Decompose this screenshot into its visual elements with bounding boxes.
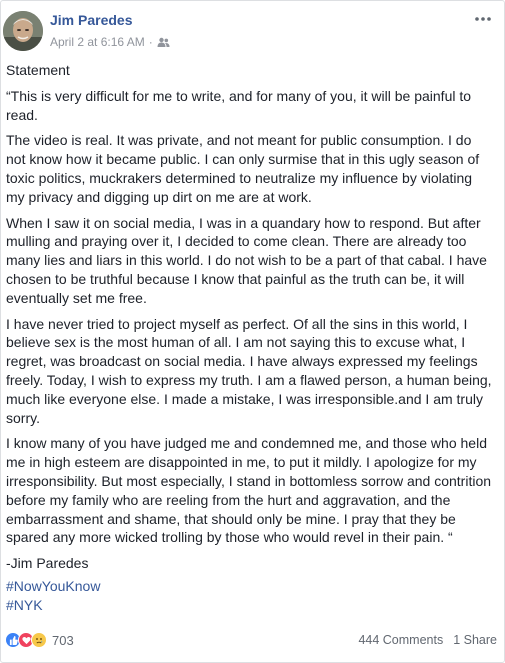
engagement-links: 444 Comments 1 Share bbox=[358, 633, 497, 647]
comments-link[interactable]: 444 Comments bbox=[358, 633, 443, 647]
post-signature: -Jim Paredes bbox=[6, 555, 89, 572]
post-paragraph: Statement bbox=[6, 62, 70, 78]
avatar[interactable] bbox=[3, 11, 43, 51]
shares-link[interactable]: 1 Share bbox=[453, 633, 497, 647]
post-card: Jim Paredes April 2 at 6:16 AM · Stateme bbox=[0, 0, 505, 663]
post-paragraph: I know many of you have judged me and co… bbox=[6, 435, 492, 546]
post-paragraph: The video is real. It was private, and n… bbox=[6, 132, 480, 205]
reaction-count: 703 bbox=[52, 632, 74, 648]
post-meta: April 2 at 6:16 AM · bbox=[50, 35, 170, 49]
hashtag-link[interactable]: #NowYouKnow bbox=[6, 577, 494, 596]
post-paragraph: “This is very difficult for me to write,… bbox=[6, 87, 472, 123]
sad-icon bbox=[31, 632, 47, 648]
post-body: Statement “This is very difficult for me… bbox=[6, 61, 494, 615]
reactions-summary[interactable]: 703 bbox=[5, 632, 74, 648]
author-name[interactable]: Jim Paredes bbox=[50, 12, 133, 28]
post-timestamp[interactable]: April 2 at 6:16 AM bbox=[50, 35, 145, 49]
post-footer: 703 444 Comments 1 Share bbox=[5, 630, 497, 650]
post-paragraph: I have never tried to project myself as … bbox=[6, 315, 492, 426]
hashtag-link[interactable]: #NYK bbox=[6, 596, 494, 615]
post-paragraph: When I saw it on social media, I was in … bbox=[6, 214, 487, 306]
more-options-icon[interactable] bbox=[474, 12, 492, 24]
meta-separator: · bbox=[148, 35, 153, 49]
friends-icon[interactable] bbox=[157, 37, 170, 47]
post-header: Jim Paredes April 2 at 6:16 AM · bbox=[1, 1, 504, 59]
